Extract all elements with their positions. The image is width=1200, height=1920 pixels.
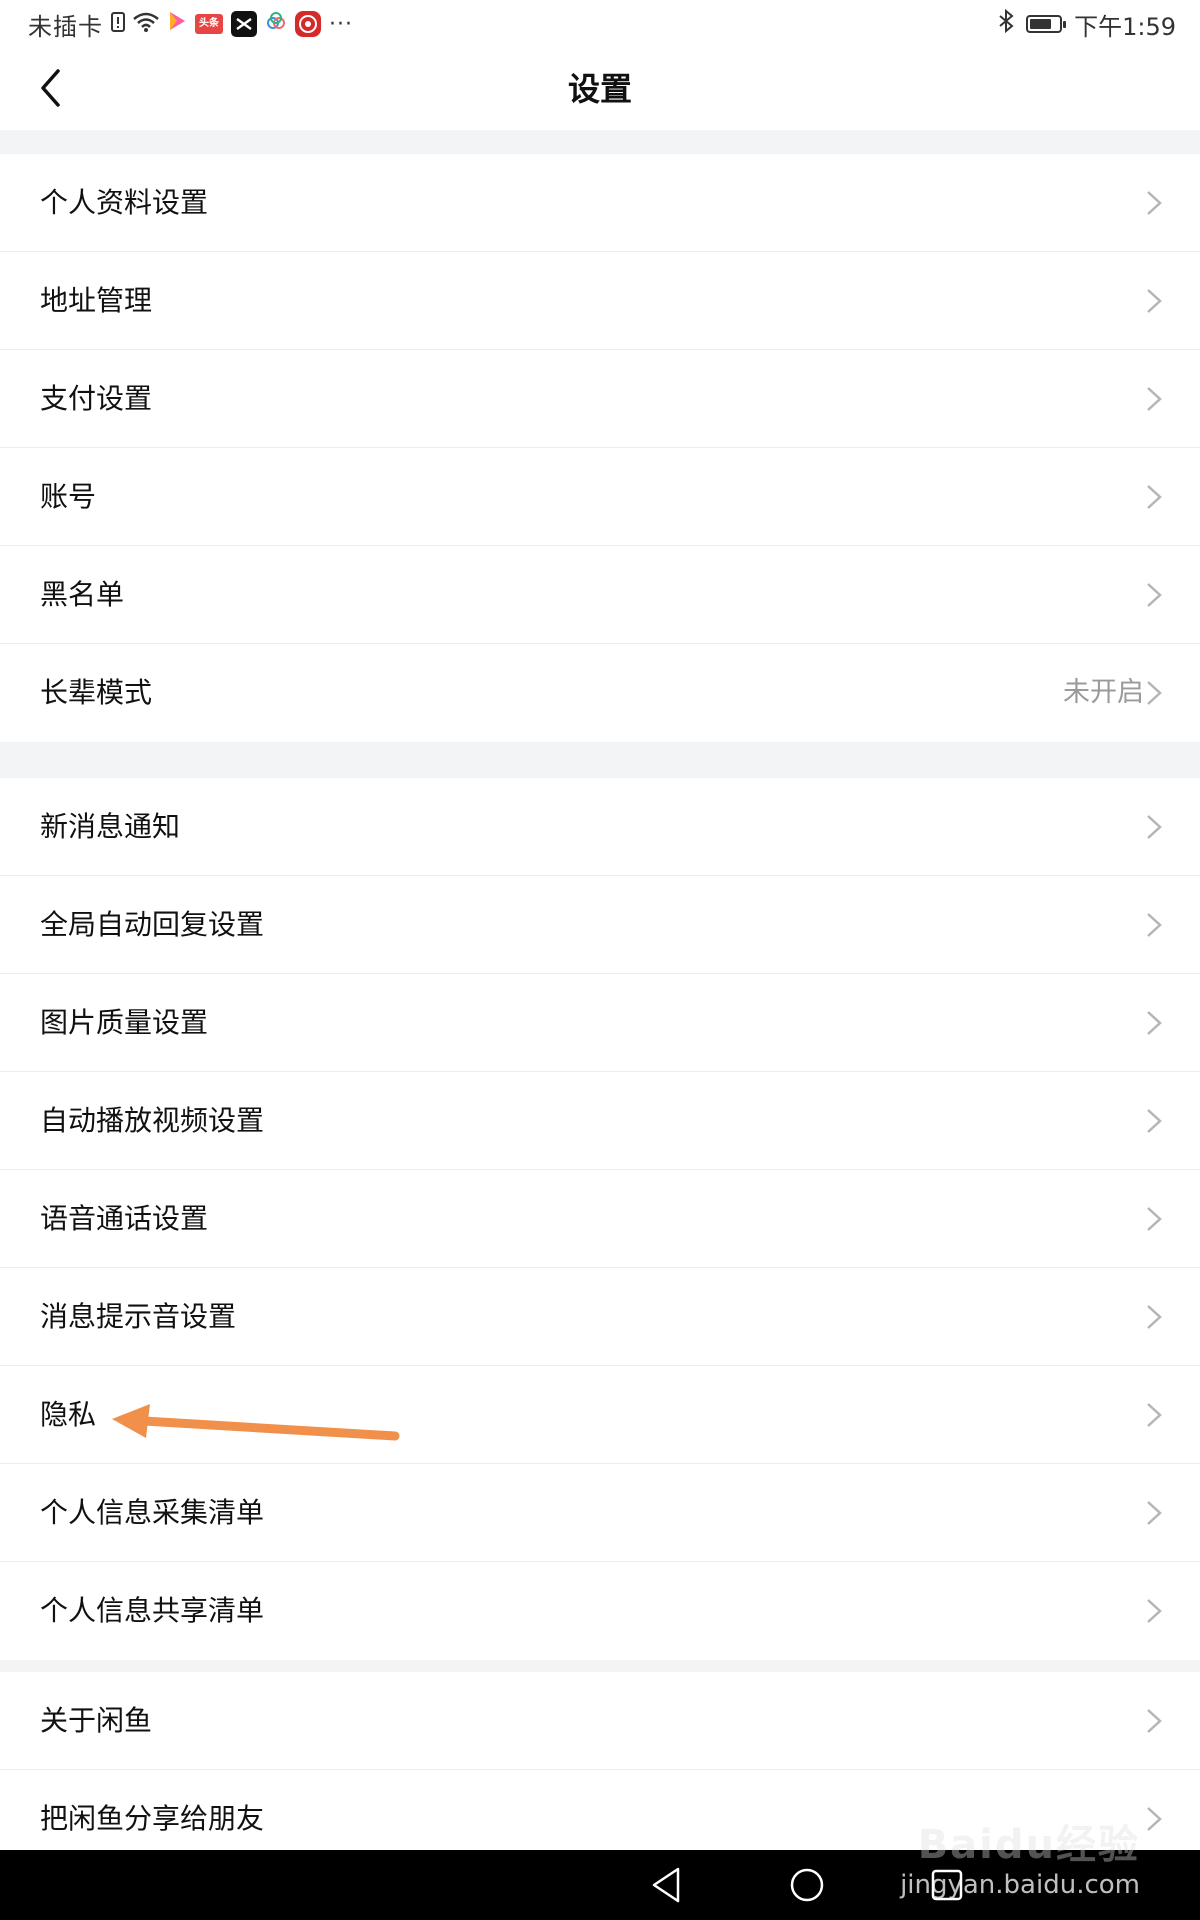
nav-bar: 设置 [0,48,1200,130]
settings-item-label: 新消息通知 [40,810,181,843]
elder-mode-status: 未开启 [1063,677,1144,708]
settings-item-label: 个人信息采集清单 [40,1496,265,1529]
bluetooth-icon [998,8,1014,39]
settings-item-account[interactable]: 账号 [0,448,1200,546]
status-time: 下午1:59 [1074,12,1176,41]
settings-item-address[interactable]: 地址管理 [0,252,1200,350]
settings-item-voice-call[interactable]: 语音通话设置 [0,1170,1200,1268]
toutiao-app-icon: 头条 [195,14,223,34]
settings-item-about[interactable]: 关于闲鱼 [0,1672,1200,1770]
capcut-app-icon [231,11,257,37]
sim-alert-icon [111,10,125,38]
settings-item-label: 全局自动回复设置 [40,908,265,941]
chevron-right-icon [1147,815,1162,839]
nav-recents-icon[interactable] [926,1864,968,1906]
chevron-right-icon [1147,1207,1162,1231]
chevron-right-icon [1147,1109,1162,1133]
chevron-right-icon [1147,1403,1162,1427]
settings-item-new-message-notify[interactable]: 新消息通知 [0,778,1200,876]
battery-icon [1026,15,1067,33]
system-nav-bar: Baidu经验 jingyan.baidu.com [0,1822,1200,1920]
chevron-right-icon [1147,1501,1162,1525]
settings-item-payment[interactable]: 支付设置 [0,350,1200,448]
status-bar: 未插卡 头条 ··· 下午1:59 [0,0,1200,48]
settings-item-blacklist[interactable]: 黑名单 [0,546,1200,644]
wifi-icon [133,10,159,38]
settings-group-account: 个人资料设置 地址管理 支付设置 账号 黑名单 长辈模式 未开启 [0,154,1200,742]
status-right: 下午1:59 [998,8,1176,41]
nav-back-icon[interactable] [646,1864,688,1906]
page-title: 设置 [567,70,632,108]
settings-item-auto-reply[interactable]: 全局自动回复设置 [0,876,1200,974]
settings-item-label: 地址管理 [40,284,153,317]
settings-item-label: 支付设置 [40,382,153,415]
settings-item-label: 关于闲鱼 [40,1704,153,1737]
settings-group-messages: 新消息通知 全局自动回复设置 图片质量设置 自动播放视频设置 语音通话设置 消息… [0,778,1200,1660]
chevron-right-icon [1147,583,1162,607]
settings-item-label: 个人资料设置 [40,186,209,219]
settings-item-info-sharing[interactable]: 个人信息共享清单 [0,1562,1200,1660]
settings-item-label: 自动播放视频设置 [40,1104,265,1137]
chevron-right-icon [1147,913,1162,937]
settings-item-label: 账号 [40,480,97,513]
chevron-right-icon [1147,191,1162,215]
settings-item-privacy[interactable]: 隐私 [0,1366,1200,1464]
taobao-app-icon [295,11,321,37]
settings-item-label: 隐私 [40,1398,97,1431]
settings-item-label: 长辈模式 [40,676,153,709]
carrier-text: 未插卡 [28,12,103,41]
settings-item-label: 黑名单 [40,578,125,611]
chevron-right-icon [1147,1709,1162,1733]
settings-item-autoplay-video[interactable]: 自动播放视频设置 [0,1072,1200,1170]
settings-item-info-collection[interactable]: 个人信息采集清单 [0,1464,1200,1562]
settings-group-about: 关于闲鱼 把闲鱼分享给朋友 [0,1672,1200,1868]
settings-item-label: 图片质量设置 [40,1006,209,1039]
chevron-right-icon [1147,681,1162,705]
chevron-right-icon [1147,1011,1162,1035]
chevron-right-icon [1147,289,1162,313]
settings-item-profile[interactable]: 个人资料设置 [0,154,1200,252]
chevron-right-icon [1147,1599,1162,1623]
cloud-app-icon [265,10,287,38]
chevron-right-icon [1147,485,1162,509]
video-app-icon [167,10,187,38]
settings-item-label: 语音通话设置 [40,1202,209,1235]
status-left: 未插卡 头条 ··· [28,8,353,41]
chevron-right-icon [1147,1807,1162,1831]
settings-item-label: 消息提示音设置 [40,1300,237,1333]
more-notifications-icon: ··· [329,11,353,37]
chevron-right-icon [1147,387,1162,411]
settings-list: 个人资料设置 地址管理 支付设置 账号 黑名单 长辈模式 未开启 新消息通知 全… [0,130,1200,1868]
chevron-right-icon [1147,1305,1162,1329]
nav-home-icon[interactable] [786,1864,828,1906]
settings-item-notification-sound[interactable]: 消息提示音设置 [0,1268,1200,1366]
settings-item-elder-mode[interactable]: 长辈模式 未开启 [0,644,1200,742]
settings-item-image-quality[interactable]: 图片质量设置 [0,974,1200,1072]
settings-item-label: 个人信息共享清单 [40,1594,265,1627]
